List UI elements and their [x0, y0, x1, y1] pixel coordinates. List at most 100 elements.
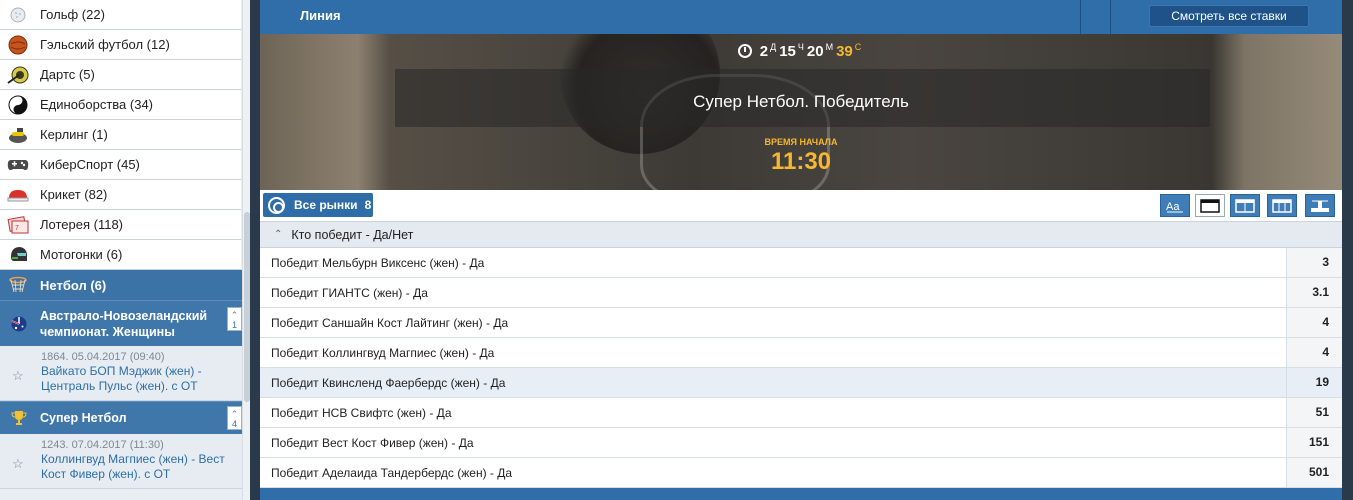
- view-three-columns-button[interactable]: [1267, 194, 1297, 217]
- curling-stone-icon: [7, 124, 29, 146]
- view-two-columns-button[interactable]: [1230, 194, 1260, 217]
- league-name: Супер Нетбол: [40, 411, 127, 425]
- favorite-star-icon[interactable]: ☆: [12, 456, 24, 472]
- three-columns-icon: [1272, 198, 1292, 213]
- countdown-days-unit: Д: [770, 42, 777, 52]
- scrollbar-thumb[interactable]: [244, 212, 250, 402]
- bottom-bar: [260, 488, 1342, 500]
- page-title: Линия: [300, 8, 341, 23]
- odds-button[interactable]: 4: [1286, 338, 1342, 367]
- sidebar-item-label: Лотерея (118): [40, 217, 124, 232]
- line-header-bar: Линия Смотреть все ставки: [260, 0, 1342, 34]
- odds-button[interactable]: 19: [1286, 368, 1342, 397]
- sidebar-item-golf[interactable]: Гольф (22): [0, 0, 241, 30]
- event-item[interactable]: ☆ 1243. 07.04.2017 (11:30) Коллингвуд Ма…: [0, 434, 250, 489]
- event-meta: 1243. 07.04.2017 (11:30): [41, 439, 164, 451]
- event-name[interactable]: Вайкато БОП Мэджик (жен) - Централь Пуль…: [41, 364, 250, 394]
- countdown-seconds-unit: С: [854, 42, 862, 52]
- view-one-column-button[interactable]: [1195, 194, 1225, 217]
- sidebar-item-cricket[interactable]: Крикет (82): [0, 180, 241, 210]
- chevron-up-icon: ⌃: [230, 310, 239, 320]
- australia-flag-icon: [11, 316, 27, 332]
- sidebar-item-label: Нетбол (6): [40, 277, 107, 293]
- event-name[interactable]: Коллингвуд Магпиес (жен) - Вест Кост Фив…: [41, 452, 250, 482]
- countdown-minutes: 20: [806, 43, 824, 60]
- svg-text:7: 7: [15, 225, 19, 232]
- font-size-button[interactable]: Aa: [1160, 194, 1190, 217]
- sidebar-scrollbar[interactable]: [242, 0, 250, 500]
- bet-outcome-name: Победит НСВ Свифтс (жен) - Да: [271, 405, 452, 420]
- odds-button[interactable]: 3: [1286, 248, 1342, 277]
- lottery-ticket-icon: 7: [7, 214, 29, 236]
- sidebar-item-label: Крикет (82): [40, 187, 108, 202]
- bet-row: Победит Саншайн Кост Лайтинг (жен) - Да …: [260, 308, 1342, 338]
- sidebar-item-label: Единоборства (34): [40, 97, 154, 112]
- countdown-seconds: 39: [836, 43, 853, 60]
- league-event-count: 4: [231, 419, 237, 429]
- odds-button[interactable]: 4: [1286, 308, 1342, 337]
- league-header[interactable]: Австрало-Новозеландский чемпионат. Женщи…: [0, 300, 250, 346]
- bet-outcome-name: Победит ГИАНТС (жен) - Да: [271, 285, 428, 300]
- league-collapse-toggle[interactable]: ⌃ 1: [227, 307, 242, 331]
- favorite-star-icon[interactable]: ☆: [12, 368, 24, 384]
- odds-button[interactable]: 501: [1286, 458, 1342, 487]
- league-header[interactable]: Супер Нетбол ⌃ 4: [0, 401, 250, 434]
- all-markets-button[interactable]: Все рынки 8: [263, 193, 373, 217]
- target-icon: [268, 196, 285, 214]
- odds-button[interactable]: 51: [1286, 398, 1342, 427]
- bet-outcome-name: Победит Аделаида Тандербердс (жен) - Да: [271, 465, 513, 480]
- countdown-hours-unit: Ч: [797, 42, 804, 52]
- cricket-icon: [7, 184, 29, 206]
- header-divider: [1080, 0, 1081, 34]
- svg-text:Aa: Aa: [1166, 201, 1180, 213]
- league-name: Австрало-Новозеландский чемпионат. Женщи…: [40, 309, 208, 339]
- view-all-bets-button[interactable]: Смотреть все ставки: [1149, 5, 1309, 27]
- start-time-value: 11:30: [770, 148, 832, 175]
- bet-outcome-name: Победит Вест Кост Фивер (жен) - Да: [271, 435, 474, 450]
- markets-toolbar: Все рынки 8 Aa: [260, 190, 1342, 222]
- all-markets-count: 8: [364, 198, 372, 212]
- league-event-count: 1: [231, 320, 237, 330]
- countdown-minutes-unit: М: [825, 42, 834, 52]
- sidebar-item-darts[interactable]: Дартс (5): [0, 60, 241, 90]
- bet-row: Победит Аделаида Тандербердс (жен) - Да …: [260, 458, 1342, 488]
- golf-ball-icon: [7, 4, 29, 26]
- trophy-icon: [11, 410, 27, 426]
- sidebar-item-label: Дартс (5): [40, 67, 95, 82]
- chevron-up-icon: ⌃: [274, 229, 283, 240]
- market-group-title: Кто победит - Да/Нет: [291, 227, 414, 242]
- motorcycle-helmet-icon: [7, 244, 29, 266]
- bet-outcome-name: Победит Коллингвуд Магпиес (жен) - Да: [271, 345, 495, 360]
- one-column-icon: [1200, 198, 1220, 213]
- countdown-timer: 2 Д 15 Ч 20 М 39 С: [260, 42, 1342, 60]
- countdown-hours: 15: [779, 43, 796, 60]
- bet-row: Победит НСВ Свифтс (жен) - Да 51: [260, 398, 1342, 428]
- market-group-header[interactable]: ⌃ Кто победит - Да/Нет: [260, 222, 1342, 248]
- market-group: ⌃ Кто победит - Да/Нет Победит Мельбурн …: [260, 222, 1342, 488]
- bet-row: Победит Вест Кост Фивер (жен) - Да 151: [260, 428, 1342, 458]
- sports-sidebar: Гольф (22) Гэльский футбол (12) Дартс (5…: [0, 0, 250, 500]
- sidebar-item-martial-arts[interactable]: Единоборства (34): [0, 90, 241, 120]
- banner-event-name: Супер Нетбол. Победитель: [693, 92, 909, 111]
- bet-row: Победит ГИАНТС (жен) - Да 3.1: [260, 278, 1342, 308]
- league-collapse-toggle[interactable]: ⌃ 4: [227, 406, 242, 430]
- sidebar-item-netball-active[interactable]: Нетбол (6): [0, 270, 250, 300]
- sidebar-item-motor-racing[interactable]: Мотогонки (6): [0, 240, 241, 270]
- event-meta: 1864. 05.04.2017 (09:40): [41, 351, 165, 363]
- sidebar-item-gaelic-football[interactable]: Гэльский футбол (12): [0, 30, 241, 60]
- gamepad-icon: [7, 154, 29, 176]
- event-item[interactable]: ☆ 1864. 05.04.2017 (09:40) Вайкато БОП М…: [0, 346, 250, 401]
- sidebar-item-lottery[interactable]: 7 Лотерея (118): [0, 210, 241, 240]
- all-markets-label: Все рынки: [294, 198, 358, 212]
- sidebar-item-esports[interactable]: КиберСпорт (45): [0, 150, 241, 180]
- chevron-up-icon: ⌃: [230, 409, 239, 419]
- sidebar-item-label: Керлинг (1): [40, 127, 108, 142]
- countdown-days: 2: [759, 43, 769, 60]
- start-time-label: ВРЕМЯ НАЧАЛА: [764, 137, 838, 147]
- sidebar-item-curling[interactable]: Керлинг (1): [0, 120, 241, 150]
- view-table-button[interactable]: [1305, 194, 1335, 217]
- main-content: Линия Смотреть все ставки 2 Д 15 Ч 20 М 39 С Су…: [260, 0, 1342, 500]
- odds-button[interactable]: 3.1: [1286, 278, 1342, 307]
- odds-button[interactable]: 151: [1286, 428, 1342, 457]
- sidebar-item-label: Гэльский футбол (12): [40, 37, 170, 52]
